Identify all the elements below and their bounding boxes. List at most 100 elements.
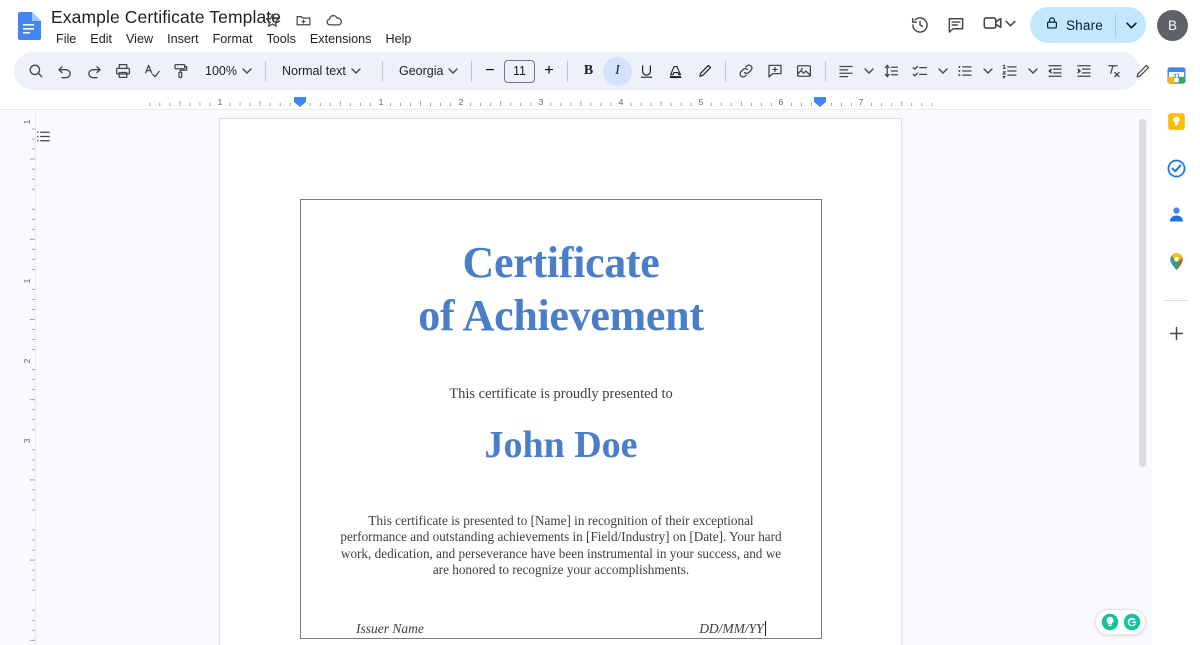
search-icon[interactable] <box>21 57 50 86</box>
zoom-control[interactable]: 100% <box>197 57 259 86</box>
menu-view[interactable]: View <box>119 29 160 50</box>
cloud-saved-icon[interactable] <box>324 10 344 30</box>
meet-camera-icon <box>982 12 1004 39</box>
decrease-font-size-button[interactable]: − <box>478 59 502 83</box>
image-icon[interactable] <box>790 57 819 86</box>
google-contacts-icon[interactable] <box>1164 202 1188 226</box>
certificate-recipient-name: John Doe <box>325 423 797 467</box>
title-action-icons <box>262 10 344 30</box>
font-size-input[interactable]: 11 <box>504 60 535 83</box>
highlight-pen-icon[interactable] <box>690 57 719 86</box>
avatar[interactable]: B <box>1157 10 1188 41</box>
google-tasks-icon[interactable] <box>1164 156 1188 180</box>
bulleted-list-icon[interactable] <box>951 57 980 86</box>
clear-formatting-icon[interactable] <box>1099 57 1128 86</box>
menu-help[interactable]: Help <box>378 29 418 50</box>
svg-text:1: 1 <box>218 97 223 107</box>
align-dropdown-caret[interactable] <box>861 57 877 86</box>
bold-button[interactable]: B <box>574 57 603 86</box>
share-button[interactable]: Share <box>1030 7 1146 43</box>
toolbar-divider <box>725 61 726 82</box>
menu-tools[interactable]: Tools <box>259 29 302 50</box>
text-cursor-caret <box>765 621 766 636</box>
horizontal-ruler[interactable]: 1 1 2 3 4 5 6 7 <box>0 91 1152 111</box>
top-right-actions: Share B <box>902 6 1188 44</box>
svg-text:5: 5 <box>699 97 704 107</box>
checklist-icon[interactable] <box>906 57 935 86</box>
certificate-footer: Issuer Name DD/MM/YY <box>325 621 797 637</box>
svg-text:1: 1 <box>24 278 32 283</box>
google-maps-icon[interactable] <box>1164 249 1188 273</box>
underline-button[interactable] <box>632 57 661 86</box>
svg-text:2: 2 <box>24 358 32 363</box>
move-folder-icon[interactable] <box>293 10 313 30</box>
increase-indent-icon[interactable] <box>1070 57 1099 86</box>
print-icon[interactable] <box>108 57 137 86</box>
star-icon[interactable] <box>262 10 282 30</box>
menu-insert[interactable]: Insert <box>160 29 206 50</box>
scrollbar-thumb[interactable] <box>1139 119 1146 467</box>
comment-icon[interactable] <box>938 7 974 43</box>
paint-format-icon[interactable] <box>166 57 195 86</box>
vertical-scrollbar[interactable] <box>1136 111 1148 645</box>
meet-camera-button[interactable] <box>974 7 1020 43</box>
document-title[interactable]: Example Certificate Template <box>51 6 281 28</box>
spellcheck-icon[interactable] <box>137 57 166 86</box>
version-history-icon[interactable] <box>902 7 938 43</box>
checklist-dropdown-caret[interactable] <box>935 57 951 86</box>
side-panel: 31 <box>1152 52 1200 645</box>
svg-text:4: 4 <box>619 97 624 107</box>
lock-icon <box>1045 16 1059 35</box>
docs-file-icon[interactable] <box>16 12 41 40</box>
paragraph-style-control[interactable]: Normal text <box>272 57 376 86</box>
comment-add-icon[interactable] <box>761 57 790 86</box>
google-calendar-icon[interactable]: 31 <box>1164 63 1188 87</box>
increase-font-size-button[interactable]: + <box>537 59 561 83</box>
share-label: Share <box>1066 18 1103 33</box>
undo-icon[interactable] <box>50 57 79 86</box>
vertical-ruler[interactable]: 1123 <box>24 111 36 645</box>
menu-file[interactable]: File <box>49 29 83 50</box>
share-dropdown-caret[interactable] <box>1116 7 1146 43</box>
bulleted-list-dropdown-caret[interactable] <box>980 57 996 86</box>
chevron-down-icon <box>346 57 366 86</box>
svg-text:1: 1 <box>379 97 384 107</box>
line-spacing-icon[interactable] <box>877 57 906 86</box>
toolbar-divider <box>471 61 472 82</box>
menu-edit[interactable]: Edit <box>83 29 119 50</box>
numbered-list-dropdown-caret[interactable] <box>1025 57 1041 86</box>
chevron-down-icon <box>1005 16 1016 34</box>
certificate-issuer: Issuer Name <box>356 621 424 637</box>
font-family-control[interactable]: Georgia <box>389 57 465 86</box>
text-color-button[interactable] <box>661 57 690 86</box>
italic-button[interactable]: I <box>603 57 632 86</box>
svg-text:31: 31 <box>1173 72 1180 79</box>
grammarly-bulb-icon[interactable] <box>1100 613 1119 632</box>
numbered-list-icon[interactable] <box>996 57 1025 86</box>
grammarly-g-icon[interactable] <box>1122 613 1141 632</box>
document-canvas: 1123 Certificate of Achievement This cer… <box>0 111 1152 645</box>
menu-extensions[interactable]: Extensions <box>303 29 379 50</box>
menu-format[interactable]: Format <box>206 29 260 50</box>
svg-text:3: 3 <box>539 97 544 107</box>
grammarly-widget[interactable] <box>1095 609 1146 635</box>
menu-bar: File Edit View Insert Format Tools Exten… <box>49 29 418 50</box>
document-page[interactable]: Certificate of Achievement This certific… <box>220 119 901 645</box>
get-add-ons-icon[interactable] <box>1164 321 1188 345</box>
share-main[interactable]: Share <box>1030 7 1115 43</box>
svg-text:2: 2 <box>459 97 464 107</box>
google-docs-window: Example Certificate Template File <box>0 0 1200 645</box>
show-outline-icon[interactable] <box>31 124 56 149</box>
google-keep-icon[interactable] <box>1164 109 1188 133</box>
align-icon[interactable] <box>832 57 861 86</box>
svg-text:7: 7 <box>859 97 864 107</box>
certificate-border-box: Certificate of Achievement This certific… <box>300 199 822 639</box>
font-family-value: Georgia <box>399 64 443 78</box>
redo-icon[interactable] <box>79 57 108 86</box>
svg-text:6: 6 <box>779 97 784 107</box>
side-panel-divider <box>1164 300 1188 301</box>
paragraph-style-value: Normal text <box>282 64 346 78</box>
decrease-indent-icon[interactable] <box>1041 57 1070 86</box>
chevron-down-icon <box>443 57 463 86</box>
link-icon[interactable] <box>732 57 761 86</box>
